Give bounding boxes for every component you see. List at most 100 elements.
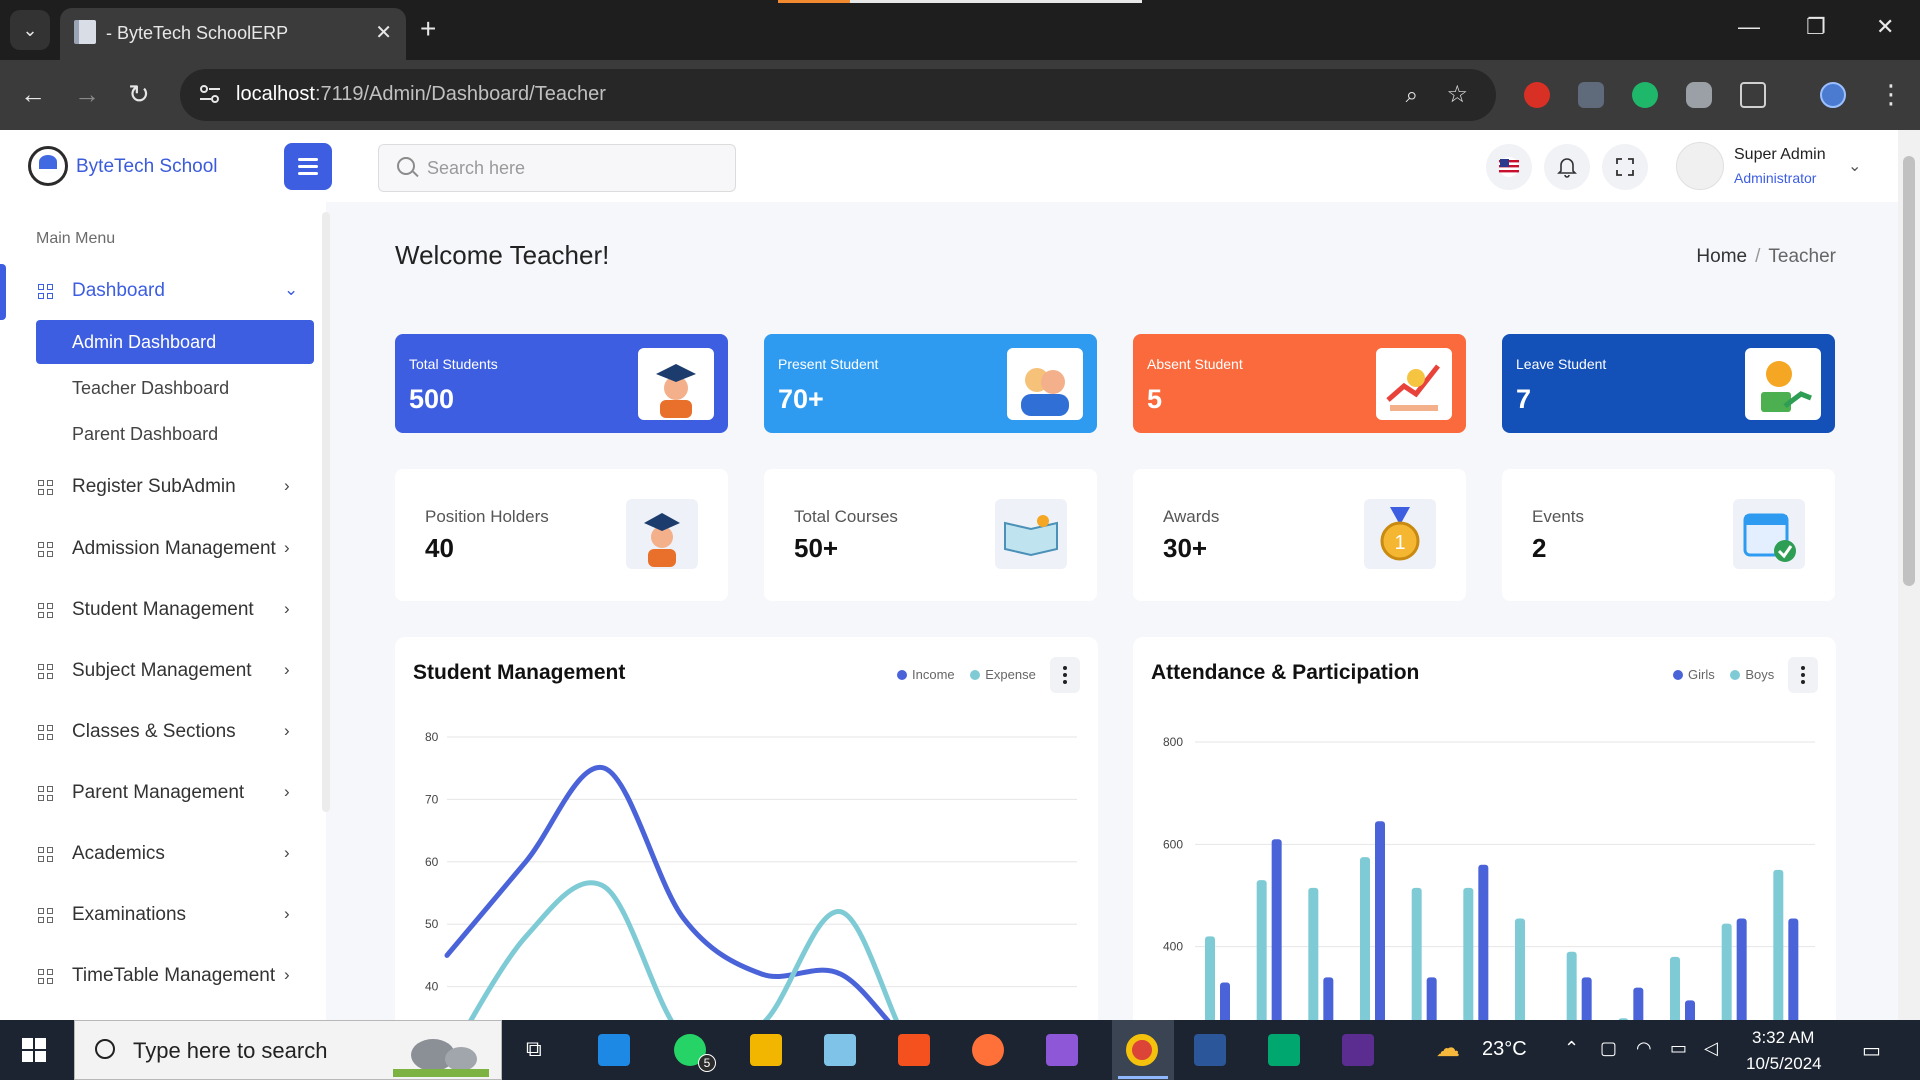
stat-card-leave-student[interactable]: Leave Student 7 — [1502, 334, 1835, 433]
sidebar-subitem-admin-dashboard[interactable]: Admin Dashboard — [36, 320, 314, 364]
meet-icon[interactable] — [1268, 1034, 1300, 1066]
sidebar-item-label: Parent Management — [72, 782, 245, 803]
device-icon[interactable]: ▢ — [1600, 1038, 1617, 1059]
sidebar-subitem-teacher-dashboard[interactable]: Teacher Dashboard — [36, 366, 314, 410]
adblock-extension-icon[interactable] — [1524, 82, 1550, 108]
y-tick-label: 40 — [425, 980, 439, 994]
y-tick-label: 70 — [425, 792, 439, 806]
battery-icon[interactable]: ▭ — [1670, 1038, 1687, 1059]
notes-app-icon[interactable] — [824, 1034, 856, 1066]
sidebar-subitem-label: Admin Dashboard — [72, 332, 217, 352]
info-label: Events — [1532, 507, 1584, 526]
close-tab-icon[interactable]: ✕ — [375, 20, 392, 45]
info-card-position-holders[interactable]: Position Holders 40 — [395, 469, 728, 601]
sidebar-item-examinations[interactable]: Examinations › — [0, 890, 320, 940]
xampp-icon[interactable] — [898, 1034, 930, 1066]
volume-icon[interactable]: ◁ — [1704, 1038, 1718, 1059]
sidebar-item-register-subadmin[interactable]: Register SubAdmin › — [0, 462, 320, 512]
chrome-icon[interactable] — [1126, 1034, 1158, 1066]
sidebar-item-dashboard[interactable]: Dashboard ⌄ — [0, 266, 320, 316]
breadcrumb-home[interactable]: Home — [1696, 246, 1747, 267]
user-menu[interactable]: Super Admin Administrator ⌄ — [1676, 140, 1876, 194]
terminal-icon[interactable] — [1342, 1034, 1374, 1066]
student-management-chart-card: Student Management Income Expense 80 70 60… — [395, 637, 1098, 1020]
fullscreen-button[interactable] — [1602, 144, 1648, 190]
stat-card-absent-student[interactable]: Absent Student 5 — [1133, 334, 1466, 433]
scrollbar-thumb[interactable] — [1903, 156, 1915, 586]
minimize-icon[interactable]: — — [1738, 14, 1760, 40]
reload-icon[interactable]: ↻ — [128, 79, 150, 110]
grid-icon — [38, 786, 54, 802]
sidebar-item-academics[interactable]: Academics › — [0, 829, 320, 879]
bookmark-star-icon[interactable]: ☆ — [1446, 80, 1468, 109]
search-input[interactable] — [427, 156, 717, 180]
close-window-icon[interactable]: ✕ — [1876, 14, 1894, 40]
restore-icon[interactable]: ❐ — [1806, 14, 1826, 40]
sidebar-item-classes-sections[interactable]: Classes & Sections › — [0, 707, 320, 757]
new-tab-button[interactable]: + — [420, 14, 436, 44]
extensions-puzzle-icon[interactable] — [1740, 82, 1766, 108]
sidebar-item-parent-management[interactable]: Parent Management › — [0, 768, 320, 818]
notifications-button[interactable] — [1544, 144, 1590, 190]
zoom-icon[interactable]: ⌕ — [1406, 82, 1418, 108]
url-text[interactable]: localhost:7119/Admin/Dashboard/Teacher — [236, 83, 606, 106]
sidebar-item-label: TimeTable Management — [72, 965, 276, 986]
svg-text:1: 1 — [1394, 532, 1405, 554]
sidebar-item-label: Classes & Sections — [72, 721, 236, 742]
info-card-total-courses[interactable]: Total Courses 50+ — [764, 469, 1097, 601]
sidebar-item-subject-management[interactable]: Subject Management › — [0, 646, 320, 696]
back-icon[interactable]: ← — [20, 79, 46, 110]
clock-time[interactable]: 3:32 AM — [1752, 1028, 1814, 1048]
sidebar-subitem-parent-dashboard[interactable]: Parent Dashboard — [36, 412, 314, 456]
graduate-icon — [638, 348, 714, 420]
y-tick-label: 400 — [1163, 940, 1183, 954]
language-flag-button[interactable] — [1486, 144, 1532, 190]
bar-boys — [1736, 918, 1747, 1020]
browser-tab[interactable]: - ByteTech SchoolERP ✕ — [60, 8, 406, 60]
media-extension-icon[interactable] — [1686, 82, 1712, 108]
sidebar-toggle-button[interactable] — [284, 143, 332, 190]
browser-menu-icon[interactable]: ⋮ — [1878, 79, 1904, 110]
site-info-icon[interactable] — [198, 83, 222, 105]
search-box[interactable] — [378, 144, 736, 192]
sidebar-item-label: Student Management — [72, 599, 254, 620]
address-bar[interactable]: localhost:7119/Admin/Dashboard/Teacher ⌕… — [180, 69, 1496, 121]
task-view-icon[interactable]: ⧉ — [526, 1036, 542, 1062]
visual-studio-icon[interactable] — [1046, 1034, 1078, 1066]
info-label: Awards — [1163, 507, 1220, 526]
sync-extension-icon[interactable] — [1632, 82, 1658, 108]
windows-taskbar: Type here to search ⧉ 5 ☁ 23°C ⌃ ▢ ◠ ▭ ◁… — [0, 1020, 1920, 1080]
profile-avatar-icon[interactable] — [1820, 82, 1846, 108]
stat-card-present-student[interactable]: Present Student 70+ — [764, 334, 1097, 433]
sidebar-item-timetable-management[interactable]: TimeTable Management › — [0, 951, 320, 1001]
search-icon — [397, 157, 415, 175]
weather-temperature[interactable]: 23°C — [1482, 1038, 1527, 1061]
notification-center-icon[interactable]: ▭ — [1862, 1038, 1881, 1063]
file-explorer-icon[interactable] — [750, 1034, 782, 1066]
bar-girls — [1515, 918, 1525, 1020]
page-scrollbar[interactable] — [1898, 130, 1920, 1020]
sidebar-scrollbar[interactable] — [322, 212, 330, 812]
tab-search-button[interactable]: ⌄ — [10, 10, 50, 50]
forward-icon[interactable]: → — [74, 79, 100, 110]
taskbar-search-box[interactable]: Type here to search — [74, 1020, 502, 1080]
brand-name[interactable]: ByteTech School — [76, 156, 218, 178]
info-card-events[interactable]: Events 2 — [1502, 469, 1835, 601]
chevron-up-icon[interactable]: ⌃ — [1564, 1038, 1579, 1059]
vscode-icon[interactable] — [598, 1034, 630, 1066]
windows-start-icon[interactable] — [22, 1038, 46, 1062]
stat-card-total-students[interactable]: Total Students 500 — [395, 334, 728, 433]
clock-date[interactable]: 10/5/2024 — [1746, 1054, 1822, 1074]
word-icon[interactable] — [1194, 1034, 1226, 1066]
info-card-awards[interactable]: Awards 30+ 1 — [1133, 469, 1466, 601]
school-logo-icon[interactable] — [28, 146, 68, 186]
bar-girls — [1463, 887, 1474, 1020]
shield-extension-icon[interactable] — [1578, 82, 1604, 108]
firefox-icon[interactable] — [972, 1034, 1004, 1066]
weather-icon[interactable]: ☁ — [1436, 1034, 1460, 1063]
sidebar-item-admission-management[interactable]: Admission Management › — [0, 524, 320, 574]
bar-boys — [1581, 977, 1592, 1020]
sidebar-item-student-management[interactable]: Student Management › — [0, 585, 320, 635]
wifi-icon[interactable]: ◠ — [1636, 1038, 1652, 1059]
chevron-right-icon: › — [284, 476, 290, 495]
